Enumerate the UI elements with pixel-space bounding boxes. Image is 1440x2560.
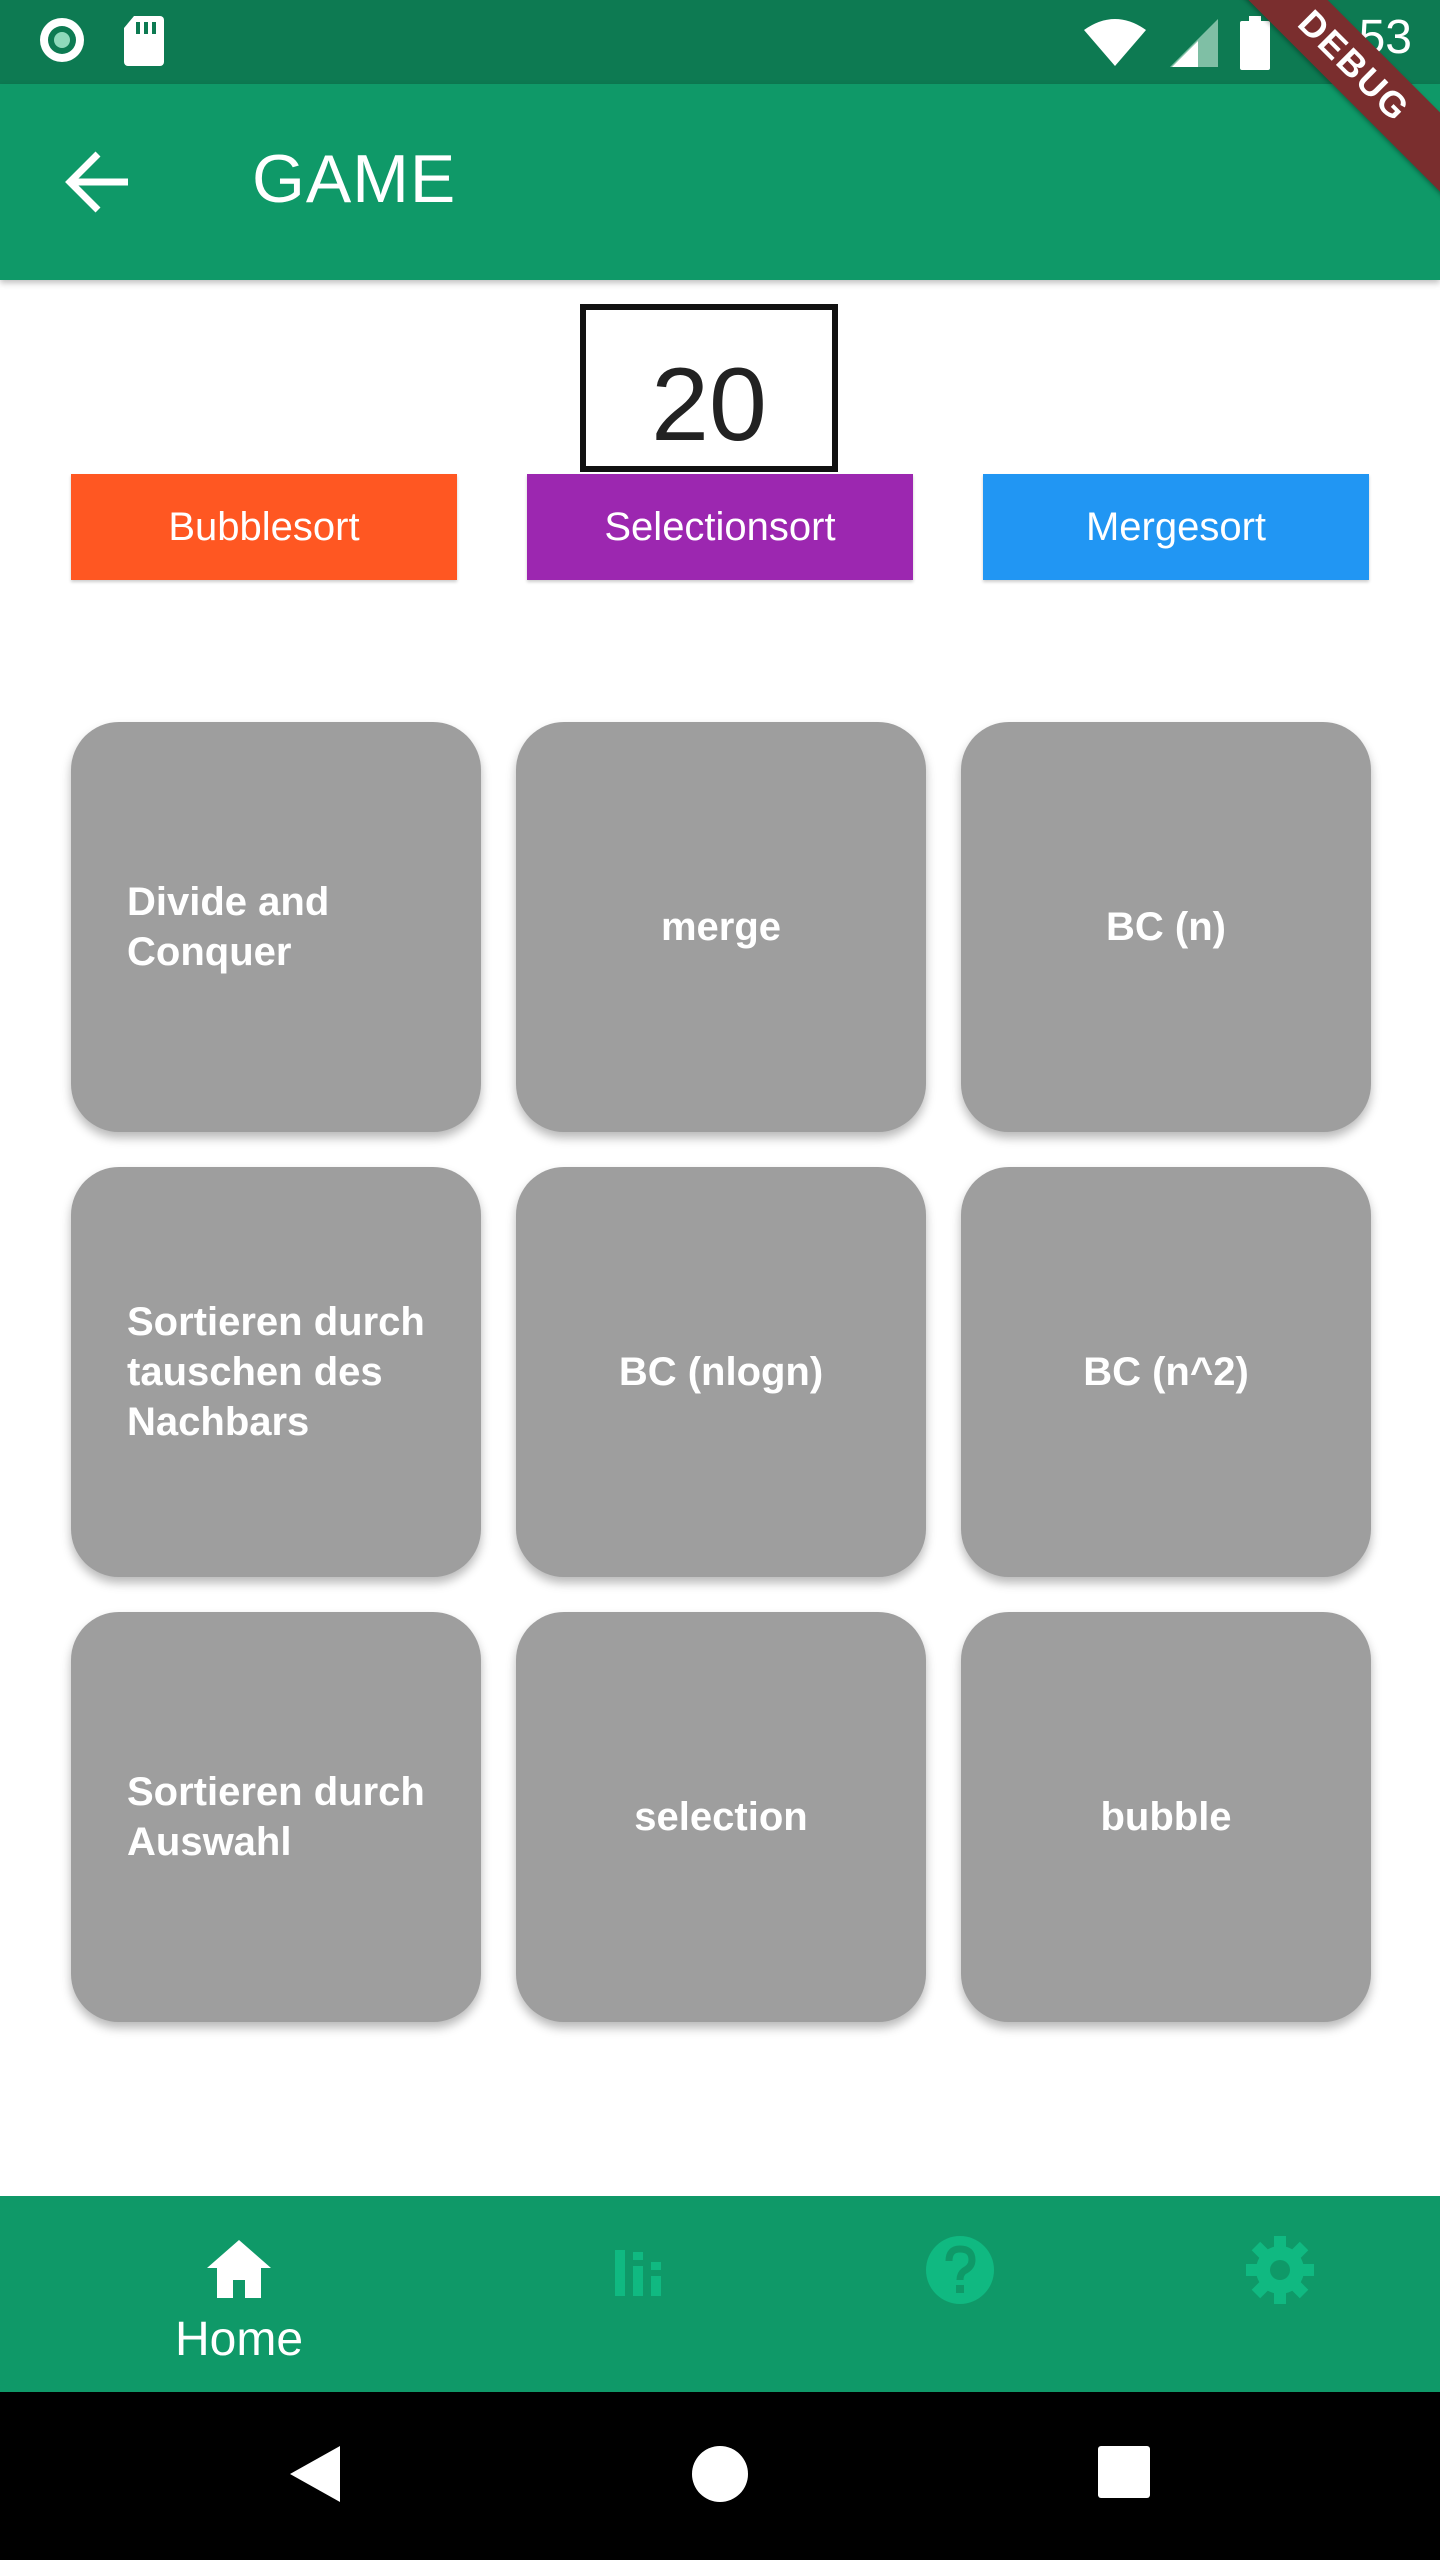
card-sortieren-durch-tauschen[interactable]: Sortieren durch tauschen des Nachbars [71, 1167, 481, 1577]
bottom-navigation: Home [0, 2196, 1440, 2392]
card-label: selection [634, 1795, 808, 1839]
card-merge[interactable]: merge [516, 722, 926, 1132]
bubblesort-button[interactable]: Bubblesort [71, 474, 457, 580]
home-icon [207, 2240, 271, 2298]
nav-item-settings[interactable] [1100, 2196, 1440, 2392]
selectionsort-button[interactable]: Selectionsort [527, 474, 913, 580]
help-icon [926, 2236, 994, 2304]
score-counter: 20 [580, 304, 838, 472]
record-icon [40, 18, 84, 62]
system-navigation-bar [0, 2392, 1440, 2560]
card-label: Sortieren durch tauschen des Nachbars [127, 1300, 425, 1444]
battery-icon [1240, 16, 1270, 70]
card-bc-nlogn[interactable]: BC (nlogn) [516, 1167, 926, 1577]
status-bar: 5:53 [0, 0, 1440, 84]
card-label: BC (n) [1106, 905, 1226, 949]
card-label: Sortieren durch Auswahl [127, 1770, 425, 1864]
card-label: bubble [1100, 1795, 1232, 1839]
app-bar: GAME [0, 84, 1440, 280]
card-label: BC (nlogn) [618, 1350, 824, 1394]
home-circle-icon[interactable] [692, 2446, 748, 2502]
bar-chart-icon [615, 2250, 661, 2296]
card-bubble[interactable]: bubble [961, 1612, 1371, 2022]
back-triangle-icon[interactable] [288, 2444, 342, 2504]
wifi-icon [1084, 19, 1146, 66]
page-title: GAME [252, 141, 457, 217]
card-label: BC (n^2) [1083, 1350, 1249, 1394]
cell-signal-icon [1170, 19, 1218, 67]
mergesort-button[interactable]: Mergesort [983, 474, 1369, 580]
nav-item-help[interactable] [780, 2196, 1140, 2392]
card-label: Divide and Conquer [127, 880, 330, 974]
sd-card-icon [124, 16, 164, 66]
card-label: merge [660, 905, 782, 949]
card-sortieren-durch-auswahl[interactable]: Sortieren durch Auswahl [71, 1612, 481, 2022]
card-selection[interactable]: selection [516, 1612, 926, 2022]
recents-square-icon[interactable] [1098, 2446, 1150, 2498]
card-divide-and-conquer[interactable]: Divide and Conquer [71, 722, 481, 1132]
card-bc-n[interactable]: BC (n) [961, 722, 1371, 1132]
card-bc-n2[interactable]: BC (n^2) [961, 1167, 1371, 1577]
arrow-back-icon[interactable] [62, 146, 134, 218]
settings-icon [1246, 2236, 1314, 2304]
nav-item-home[interactable]: Home [59, 2196, 419, 2392]
nav-label-home: Home [174, 2313, 304, 2366]
nav-item-statistics[interactable] [461, 2196, 821, 2392]
